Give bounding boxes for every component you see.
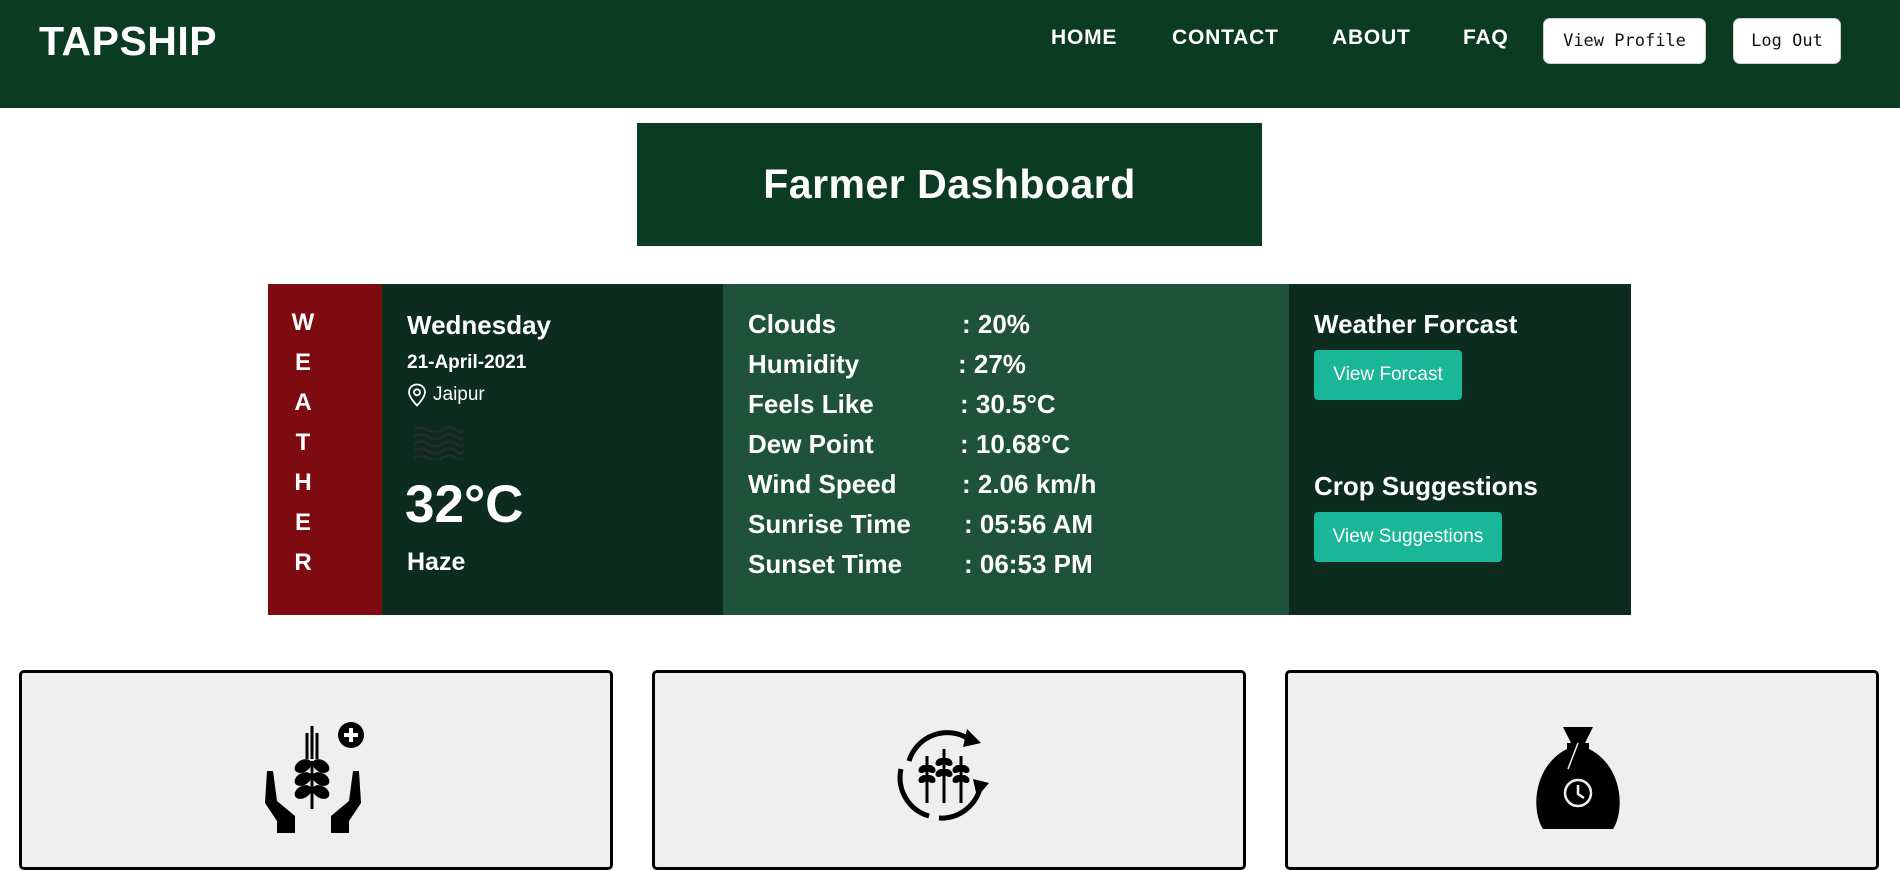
haze-icon (413, 426, 464, 460)
detail-label-sunset: Sunset Time (748, 549, 903, 579)
weather-letter: E (294, 349, 311, 376)
weather-letter: E (294, 509, 311, 536)
nav-contact[interactable]: CONTACT (1172, 26, 1279, 50)
weather-label-strip: W E A T H E R (268, 284, 382, 615)
weather-letter: W (291, 309, 315, 336)
weather-letter: T (295, 429, 311, 456)
page-title: Farmer Dashboard (763, 161, 1136, 207)
detail-value-wind-speed: : 2.06 km/h (962, 469, 1097, 499)
weather-panel: W E A T H E R Wednesday 21-April-2021 Ja… (268, 284, 1631, 615)
feature-card-add-crop[interactable] (19, 670, 613, 870)
detail-value-sunset: : 06:53 PM (964, 549, 1093, 579)
weather-condition: Haze (407, 548, 466, 576)
detail-label-sunrise: Sunrise Time (748, 509, 911, 539)
forecast-title: Weather Forcast (1314, 309, 1518, 339)
detail-label-humidity: Humidity (748, 349, 860, 379)
detail-label-clouds: Clouds (748, 309, 837, 339)
crop-cycle-icon (897, 729, 989, 821)
detail-value-humidity: : 27% (958, 349, 1026, 379)
sack-history-icon (1536, 727, 1620, 829)
crop-suggestions-title: Crop Suggestions (1314, 471, 1538, 501)
detail-value-sunrise: : 05:56 AM (964, 509, 1094, 539)
view-profile-button[interactable]: View Profile (1543, 18, 1706, 64)
add-crop-icon (265, 722, 364, 833)
top-navbar: TAPSHIP HOME CONTACT ABOUT FAQ View Prof… (0, 0, 1900, 108)
weather-letter: H (294, 469, 312, 496)
detail-label-dew-point: Dew Point (748, 429, 874, 459)
page-title-box: Farmer Dashboard (637, 123, 1262, 246)
view-forecast-button[interactable]: View Forcast (1314, 350, 1462, 400)
weather-location: Jaipur (433, 384, 485, 405)
brand-logo[interactable]: TAPSHIP (39, 18, 217, 65)
weather-letter: A (294, 389, 312, 416)
detail-label-wind-speed: Wind Speed (748, 469, 897, 499)
feature-card-crop-cycle[interactable] (652, 670, 1246, 870)
nav-about[interactable]: ABOUT (1332, 26, 1411, 50)
detail-label-feels-like: Feels Like (748, 389, 874, 419)
detail-value-feels-like: : 30.5°C (960, 389, 1056, 419)
nav-faq[interactable]: FAQ (1463, 26, 1509, 50)
logout-button[interactable]: Log Out (1733, 18, 1841, 64)
nav-home[interactable]: HOME (1051, 26, 1117, 50)
view-suggestions-button[interactable]: View Suggestions (1314, 512, 1502, 562)
detail-value-clouds: : 20% (962, 309, 1030, 339)
weather-day: Wednesday (407, 310, 552, 340)
location-pin-icon (408, 383, 426, 407)
feature-card-sack-history[interactable] (1285, 670, 1879, 870)
weather-temperature: 32°C (405, 475, 524, 534)
detail-value-dew-point: : 10.68°C (960, 429, 1071, 459)
weather-date: 21-April-2021 (407, 352, 527, 373)
weather-letter: R (294, 549, 312, 576)
